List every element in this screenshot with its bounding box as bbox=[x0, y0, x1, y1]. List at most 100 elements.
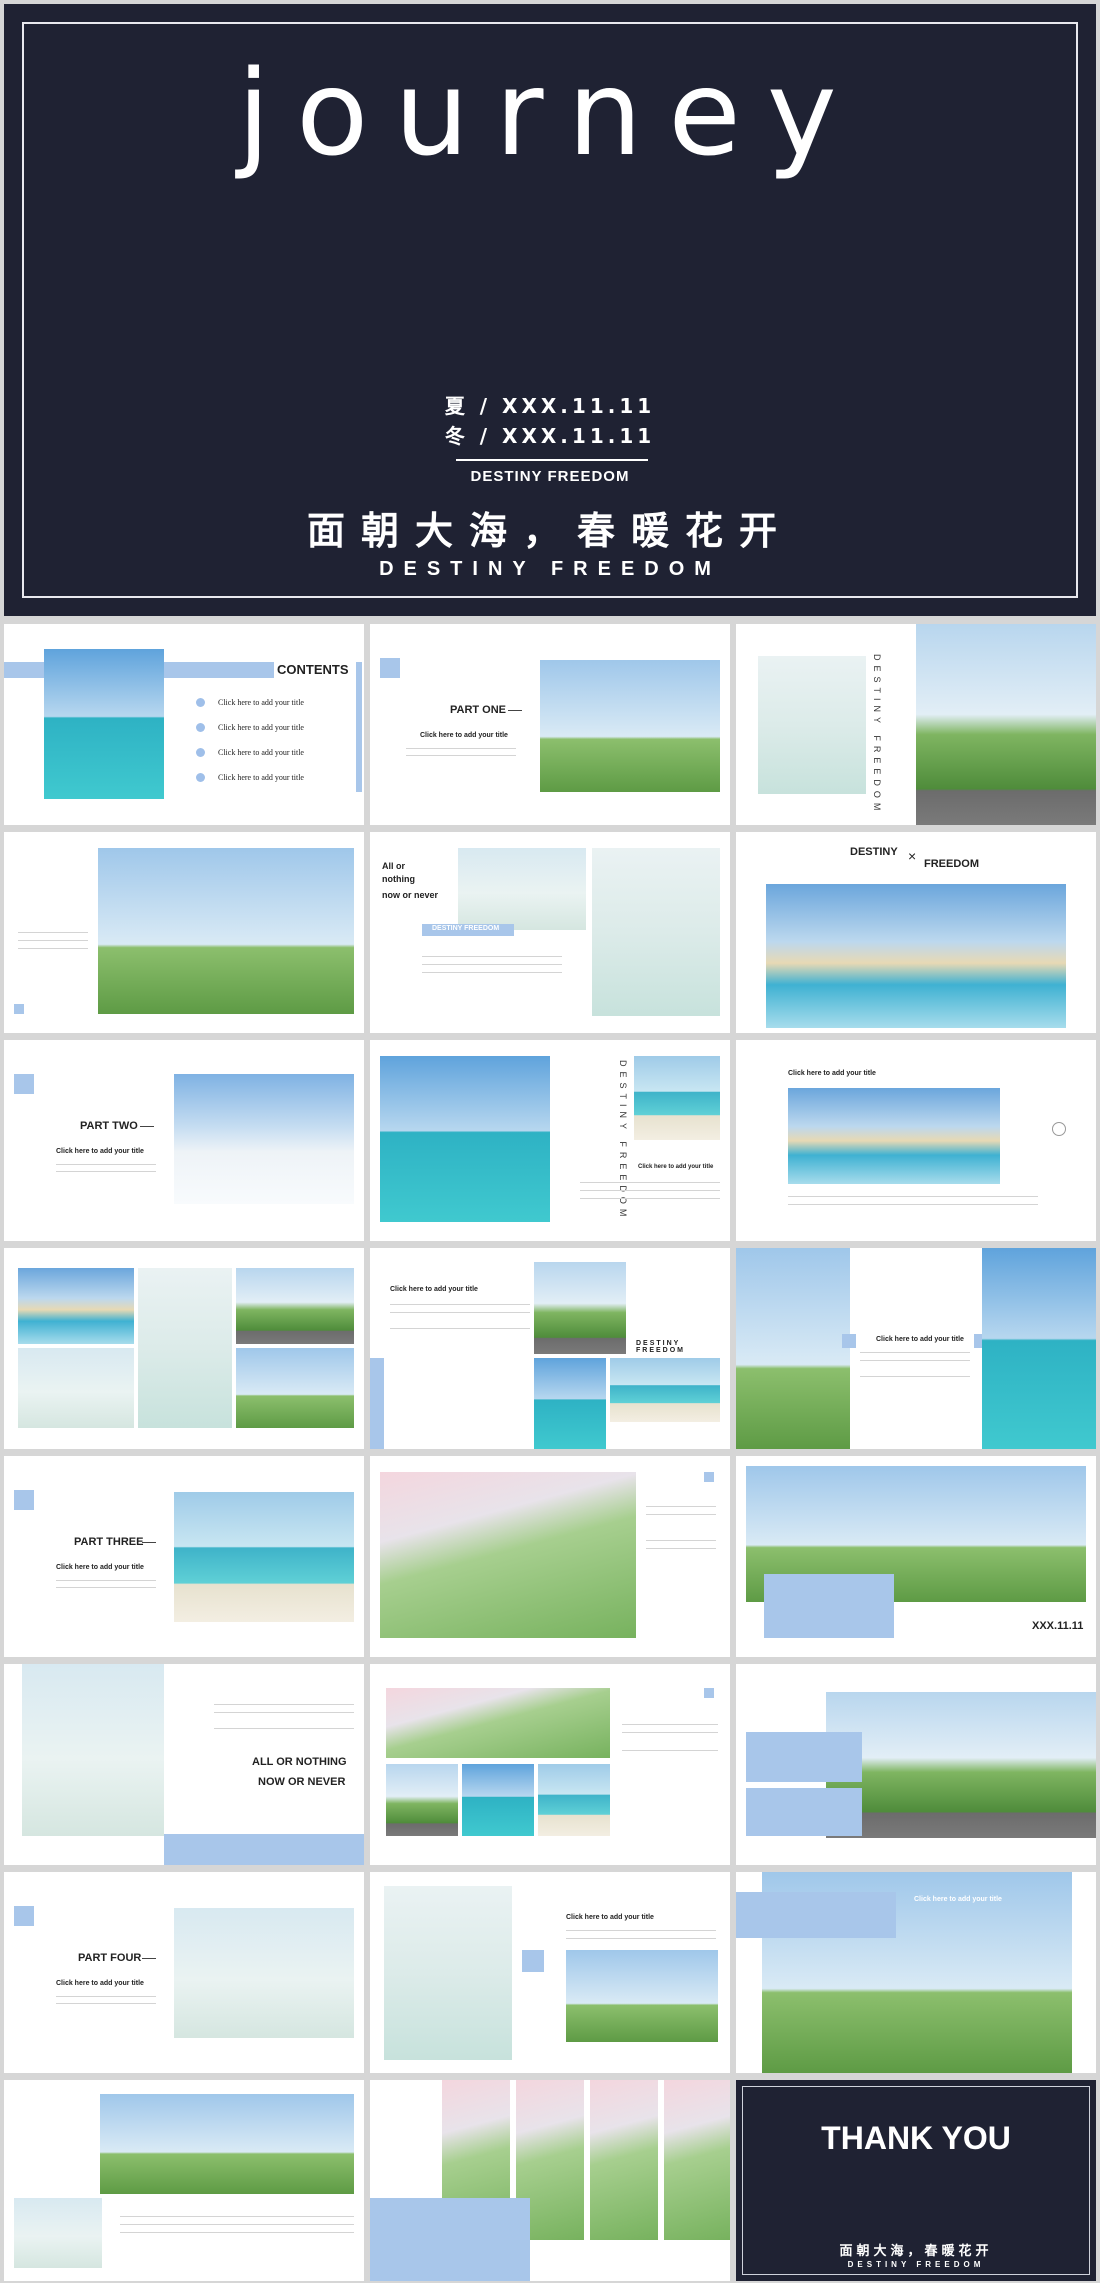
text-line bbox=[622, 1724, 718, 1725]
slide-photo bbox=[22, 1664, 164, 1836]
part-title: PART FOUR bbox=[78, 1952, 142, 1964]
contents-item-1[interactable]: Click here to add your title bbox=[218, 698, 304, 707]
slide-date[interactable]: XXX.11.11 bbox=[736, 1456, 1096, 1657]
click-title[interactable]: Click here to add your title bbox=[638, 1164, 713, 1170]
slide-part-one[interactable]: PART ONE Click here to add your title bbox=[370, 624, 730, 825]
slide-photo bbox=[664, 2080, 730, 2240]
accent-block bbox=[764, 1574, 894, 1638]
bullet-dot bbox=[196, 748, 205, 757]
click-title[interactable]: Click here to add your title bbox=[56, 1564, 144, 1571]
slide-beach-title[interactable]: Click here to add your title bbox=[736, 1040, 1096, 1241]
slide-sea-vertical[interactable]: DESTINY FREEDOM Click here to add your t… bbox=[370, 1040, 730, 1241]
click-title[interactable]: Click here to add your title bbox=[566, 1914, 654, 1921]
slide-photo bbox=[236, 1348, 354, 1428]
click-title[interactable]: Click here to add your title bbox=[56, 1148, 144, 1155]
text-line bbox=[860, 1360, 970, 1361]
text-line bbox=[56, 2003, 156, 2004]
slide-road-sign[interactable] bbox=[736, 1664, 1096, 1865]
text-line bbox=[646, 1540, 716, 1541]
thanks-en: DESTINY FREEDOM bbox=[847, 2260, 985, 2269]
slide-thank-you[interactable]: THANK YOU 面朝大海，春暖花开 DESTINY FREEDOM bbox=[736, 2080, 1096, 2281]
slide-photo bbox=[788, 1088, 1000, 1184]
slide-photo bbox=[982, 1248, 1096, 1449]
part-title: PART THREE bbox=[74, 1536, 144, 1548]
click-title[interactable]: Click here to add your title bbox=[876, 1336, 964, 1343]
slide-photo bbox=[826, 1692, 1096, 1838]
slide-photo bbox=[462, 1764, 534, 1836]
text-line bbox=[120, 2232, 354, 2233]
text-line bbox=[390, 1304, 530, 1305]
slide-contents[interactable]: CONTENTS Click here to add your title Cl… bbox=[4, 624, 364, 825]
text-line bbox=[566, 1938, 716, 1939]
text-line bbox=[860, 1376, 970, 1377]
text-line bbox=[18, 940, 88, 941]
contents-item-2[interactable]: Click here to add your title bbox=[218, 723, 304, 732]
slide-panels[interactable] bbox=[370, 2080, 730, 2281]
cover-subtitle: DESTINY FREEDOM bbox=[470, 468, 630, 485]
slide-photo bbox=[174, 1908, 354, 2038]
slide-photo bbox=[566, 1950, 718, 2042]
slide-photo-grid[interactable] bbox=[4, 1248, 364, 1449]
slogan-line-1: ALL OR NOTHING bbox=[252, 1756, 347, 1768]
click-title[interactable]: Click here to add your title bbox=[914, 1896, 1002, 1903]
slide-photo bbox=[736, 1248, 850, 1449]
slide-field[interactable] bbox=[370, 1456, 730, 1657]
slogan-line-3: now or never bbox=[382, 890, 439, 900]
accent-square bbox=[704, 1688, 714, 1698]
slide-photo bbox=[458, 848, 586, 930]
accent-square bbox=[14, 1004, 24, 1014]
slide-all-or-nothing[interactable]: All or nothing now or never DESTINY FREE… bbox=[370, 832, 730, 1033]
slide-horizon[interactable] bbox=[4, 2080, 364, 2281]
slide-photo bbox=[540, 660, 720, 792]
text-line bbox=[56, 1580, 156, 1581]
click-title[interactable]: Click here to add your title bbox=[390, 1286, 478, 1293]
slide-all-nothing[interactable]: ALL OR NOTHING NOW OR NEVER bbox=[4, 1664, 364, 1865]
accent-block bbox=[164, 662, 274, 678]
accent-square bbox=[14, 1906, 34, 1926]
slide-text-photos[interactable]: Click here to add your title DESTINY FRE… bbox=[370, 1248, 730, 1449]
slide-photo bbox=[44, 649, 164, 799]
text-line bbox=[788, 1204, 1038, 1205]
slogan-line-2: nothing bbox=[382, 874, 415, 884]
cover-slide[interactable]: journey 夏 / XXX.11.11 冬 / XXX.11.11 DEST… bbox=[4, 4, 1096, 616]
contents-item-4[interactable]: Click here to add your title bbox=[218, 773, 304, 782]
slide-photo bbox=[380, 1056, 550, 1222]
slide-destiny-vertical[interactable]: DESTINY FREEDOM bbox=[736, 624, 1096, 825]
click-title[interactable]: Click here to add your title bbox=[788, 1070, 876, 1077]
accent-block bbox=[370, 1358, 384, 1449]
text-line bbox=[646, 1548, 716, 1549]
text-line bbox=[422, 956, 562, 957]
slide-photo bbox=[766, 884, 1066, 1028]
play-icon[interactable] bbox=[1052, 1122, 1066, 1136]
click-title[interactable]: Click here to add your title bbox=[56, 1980, 144, 1987]
slide-photo bbox=[590, 2080, 658, 2240]
part-title: PART ONE bbox=[450, 704, 507, 716]
slide-sky[interactable] bbox=[4, 832, 364, 1033]
click-title[interactable]: Click here to add your title bbox=[420, 732, 508, 739]
slide-photo bbox=[18, 1348, 134, 1428]
slide-photo bbox=[174, 1492, 354, 1622]
accent-block bbox=[356, 662, 362, 792]
text-line bbox=[120, 2216, 354, 2217]
accent-square bbox=[704, 1472, 714, 1482]
text-line bbox=[390, 1328, 530, 1329]
slide-part-two[interactable]: PART TWO Click here to add your title bbox=[4, 1040, 364, 1241]
text-line bbox=[646, 1506, 716, 1507]
part-title: PART TWO bbox=[80, 1120, 138, 1132]
thanks-cn: 面朝大海，春暖花开 bbox=[839, 2244, 993, 2259]
slide-part-four[interactable]: PART FOUR Click here to add your title bbox=[4, 1872, 364, 2073]
slide-destiny-freedom[interactable]: DESTINY × FREEDOM bbox=[736, 832, 1096, 1033]
contents-item-3[interactable]: Click here to add your title bbox=[218, 748, 304, 757]
freedom-word: FREEDOM bbox=[924, 858, 979, 870]
slide-collage[interactable] bbox=[370, 1664, 730, 1865]
bullet-dot bbox=[196, 723, 205, 732]
slide-sky-overlay[interactable]: Click here to add your title bbox=[736, 1872, 1096, 2073]
accent-square bbox=[14, 1074, 34, 1094]
slide-photo bbox=[384, 1886, 512, 2060]
slide-portrait-sea[interactable]: Click here to add your title bbox=[370, 1872, 730, 2073]
text-line bbox=[56, 1164, 156, 1165]
slide-split-sea[interactable]: Click here to add your title bbox=[736, 1248, 1096, 1449]
slide-part-three[interactable]: PART THREE Click here to add your title bbox=[4, 1456, 364, 1657]
text-line bbox=[580, 1190, 720, 1191]
slide-photo bbox=[610, 1358, 720, 1422]
